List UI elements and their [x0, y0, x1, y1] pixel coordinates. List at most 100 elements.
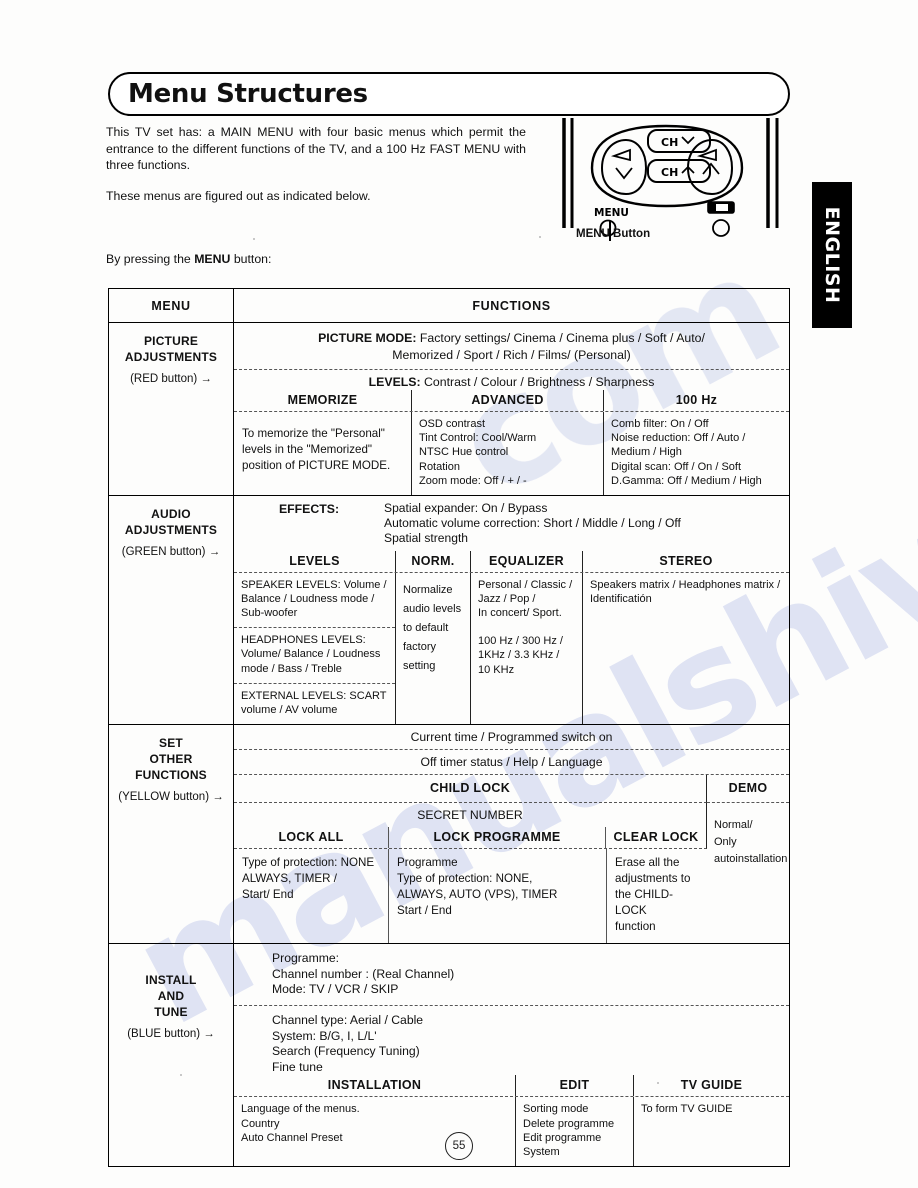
- demo-body: Normal/ Only autoinstallation: [707, 803, 789, 875]
- table-row-picture-adjustments: PICTURE ADJUSTMENTS (RED button) → PICTU…: [109, 323, 789, 497]
- advanced-body: OSD contrast Tint Control: Cool/Warm NTS…: [412, 412, 604, 496]
- effects-item: Automatic volume correction: Short / Mid…: [384, 516, 681, 531]
- menu-structure-table: MENU FUNCTIONS PICTURE ADJUSTMENTS (RED …: [108, 288, 790, 1168]
- effects-values: Spatial expander: On / Bypass Automatic …: [384, 501, 681, 547]
- menu-cell-audio-adjustments: AUDIO ADJUSTMENTS (GREEN button) →: [109, 496, 234, 725]
- remote-svg: CH CH MENU: [562, 118, 779, 241]
- menu-title-install-1: INSTALL: [145, 973, 197, 988]
- clear-lock-item: adjustments to: [615, 872, 691, 886]
- stereo-body: Speakers matrix / Headphones matrix / Id…: [590, 578, 781, 605]
- col-title-stereo: STEREO: [659, 553, 713, 568]
- installation-body: Language of the menus. Country Auto Chan…: [234, 1097, 516, 1167]
- effects-item: Spatial strength: [384, 531, 469, 546]
- edit-item: Edit programme: [523, 1131, 602, 1144]
- intro-text: This TV set has: a MAIN MENU with four b…: [106, 124, 526, 218]
- norm-body: Normalize audio levels to default factor…: [396, 572, 471, 725]
- equalizer-item: In concert/ Sport.: [478, 607, 562, 620]
- off-timer-line: Off timer status / Help / Language: [234, 750, 789, 776]
- channel-item: System: B/G, I, L/L': [272, 1028, 377, 1043]
- picture-mode-label: PICTURE MODE:: [318, 331, 417, 345]
- table-row-audio-adjustments: AUDIO ADJUSTMENTS (GREEN button) → EFFEC…: [109, 496, 789, 726]
- col-title-installation: INSTALLATION: [234, 1075, 516, 1097]
- menu-title-set-2: OTHER: [149, 752, 193, 767]
- col-title-tv-guide: TV GUIDE: [680, 1078, 743, 1093]
- audio-effects-row: EFFECTS: Spatial expander: On / Bypass A…: [234, 496, 789, 551]
- lock-subheader-row: LOCK ALL LOCK PROGRAMME CLEAR LOCK: [234, 827, 706, 849]
- functions-cell-picture: PICTURE MODE: Factory settings/ Cinema /…: [234, 323, 789, 496]
- clear-lock-body: Erase all the adjustments to the CHILD-L…: [607, 849, 707, 943]
- menu-button-set-other: (YELLOW button) →: [118, 791, 224, 804]
- lock-all-body: Type of protection: NONE ALWAYS, TIMER /…: [234, 849, 389, 944]
- functions-cell-set-other: Current time / Programmed switch on Off …: [234, 725, 789, 944]
- col-title-norm: NORM.: [396, 550, 471, 572]
- equalizer-body: Personal / Classic / Jazz / Pop / In con…: [471, 572, 583, 725]
- advanced-item: Tint Control: Cool/Warm: [419, 432, 537, 445]
- hz-item: Noise reduction: Off / Auto /: [611, 432, 746, 445]
- equalizer-item: 10 KHz: [478, 663, 515, 676]
- advanced-item: Rotation: [419, 460, 460, 473]
- advanced-item: NTSC Hue control: [419, 446, 509, 459]
- functions-cell-install: Programme: Channel number : (Real Channe…: [234, 944, 789, 1167]
- picture-mode-line2: Memorized / Sport / Rich / Films/ (Perso…: [392, 347, 631, 362]
- levels-row-headphones: HEADPHONES LEVELS: Volume/ Balance / Lou…: [234, 628, 395, 684]
- equalizer-item: Personal / Classic /: [478, 578, 573, 591]
- installation-item: Auto Channel Preset: [241, 1131, 343, 1144]
- equalizer-item: 1KHz / 3.3 KHz /: [478, 649, 560, 662]
- instruction-line: By pressing the MENU button:: [106, 252, 271, 266]
- edit-body: Sorting mode Delete programme Edit progr…: [516, 1097, 634, 1167]
- col-title-100hz: 100 Hz: [675, 393, 718, 407]
- menu-button-install: (BLUE button) →: [127, 1028, 215, 1041]
- menu-title-picture-2: ADJUSTMENTS: [124, 350, 218, 364]
- demo-item: Only: [714, 836, 737, 849]
- table-header-menu-label: MENU: [151, 298, 191, 313]
- page-title: Menu Structures: [128, 79, 368, 109]
- demo-title: DEMO: [707, 775, 789, 804]
- channel-install-band: Channel type: Aerial / Cable System: B/G…: [234, 1006, 789, 1098]
- remote-right-knob: [712, 219, 730, 237]
- installation-item: Country: [241, 1117, 280, 1130]
- remote-ch-down-label: CH: [661, 166, 678, 179]
- col-title-edit: EDIT: [516, 1075, 634, 1097]
- hz-body: Comb filter: On / Off Noise reduction: O…: [604, 412, 789, 495]
- levels-column: SPEAKER LEVELS: Volume / Balance / Loudn…: [234, 572, 396, 725]
- edit-item: System: [523, 1146, 560, 1159]
- current-time-line: Current time / Programmed switch on: [234, 725, 789, 751]
- lock-programme-item: Programme: [397, 856, 458, 870]
- programme-block: Programme: Channel number : (Real Channe…: [234, 944, 789, 1007]
- remote-ch-up-label: CH: [661, 136, 678, 149]
- menu-button-audio: (GREEN button) →: [121, 546, 221, 559]
- channel-item: Search (Frequency Tuning): [272, 1044, 420, 1059]
- menu-cell-set-other-functions: SET OTHER FUNCTIONS (YELLOW button) →: [109, 725, 234, 944]
- clear-lock-item: Erase all the: [615, 856, 680, 870]
- lock-programme-body: Programme Type of protection: NONE, ALWA…: [389, 849, 607, 944]
- table-header-functions-cell: FUNCTIONS: [234, 289, 789, 322]
- menu-title-install-3: TUNE: [154, 1005, 188, 1020]
- menu-title-install-2: AND: [157, 989, 185, 1004]
- levels-row-speaker: SPEAKER LEVELS: Volume / Balance / Loudn…: [234, 573, 395, 629]
- intro-paragraph-1: This TV set has: a MAIN MENU with four b…: [106, 125, 526, 172]
- col-title-lock-programme: LOCK PROGRAMME: [389, 827, 606, 849]
- language-tab: ENGLISH: [812, 182, 852, 328]
- hz-item: Digital scan: Off / On / Soft: [611, 460, 742, 473]
- picture-mode-line1: Factory settings/ Cinema / Cinema plus /…: [416, 331, 705, 345]
- demo-item: autoinstallation: [714, 853, 788, 866]
- secret-number-label: SECRET NUMBER: [417, 808, 523, 823]
- col-title-memorize: MEMORIZE: [234, 390, 412, 411]
- col-title-clear-lock: CLEAR LOCK: [613, 830, 699, 845]
- menu-button-picture: (RED button) →: [130, 373, 212, 385]
- hz-item: Comb filter: On / Off: [611, 418, 709, 430]
- picture-levels-value: Contrast / Colour / Brightness / Sharpne…: [420, 375, 655, 389]
- col-title-advanced: ADVANCED: [412, 390, 604, 411]
- clear-lock-item: the CHILD-LOCK: [615, 888, 673, 918]
- child-lock-block: CHILD LOCK SECRET NUMBER LOCK ALL LOCK P…: [234, 775, 789, 944]
- programme-item: Mode: TV / VCR / SKIP: [272, 982, 399, 997]
- table-row-set-other-functions: SET OTHER FUNCTIONS (YELLOW button) → Cu…: [109, 725, 789, 945]
- lock-all-item: Start/ End: [242, 888, 294, 902]
- instruction-bold: MENU: [194, 252, 231, 266]
- functions-cell-audio: EFFECTS: Spatial expander: On / Bypass A…: [234, 496, 789, 725]
- memorize-body: To memorize the "Personal" levels in the…: [234, 412, 412, 496]
- channel-item: Fine tune: [272, 1059, 323, 1074]
- picture-mode-band: PICTURE MODE: Factory settings/ Cinema /…: [234, 323, 789, 370]
- menu-title-set-1: SET: [159, 736, 183, 751]
- remote-control-illustration: CH CH MENU: [556, 116, 788, 244]
